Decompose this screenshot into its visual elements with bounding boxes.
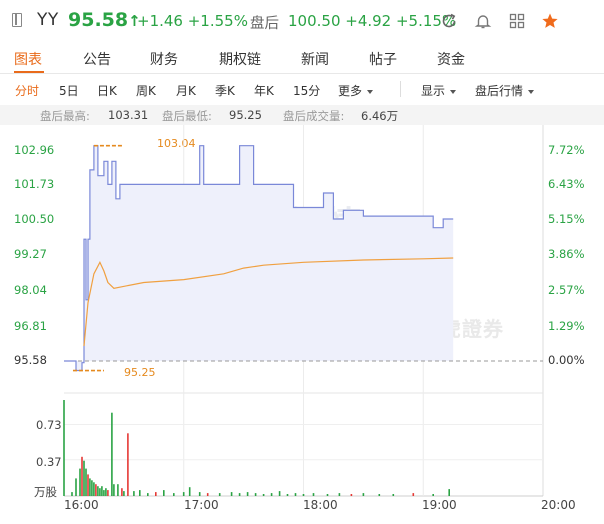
volume-bar[interactable]	[93, 482, 95, 496]
volume-bar[interactable]	[350, 494, 353, 496]
volume-bar[interactable]	[133, 491, 135, 496]
volume-bar[interactable]	[362, 493, 365, 496]
volume-bar[interactable]	[432, 494, 434, 496]
volume-bar[interactable]	[63, 400, 65, 496]
volume-bar[interactable]	[326, 494, 329, 496]
volume-bar[interactable]	[218, 493, 221, 496]
volume-bar[interactable]	[107, 490, 109, 496]
volume-bar[interactable]	[294, 493, 297, 496]
volume-bar[interactable]	[75, 478, 77, 496]
volume-bar[interactable]	[206, 493, 209, 496]
volume-bar[interactable]	[378, 494, 381, 496]
volume-bar[interactable]	[147, 493, 149, 496]
volume-bar[interactable]	[286, 494, 289, 496]
volume-bar[interactable]	[173, 493, 175, 496]
volume-bar[interactable]	[71, 492, 73, 496]
volume-bar[interactable]	[81, 456, 83, 496]
volume-bar[interactable]	[79, 468, 81, 496]
volume-bar[interactable]	[95, 484, 97, 496]
volume-bar[interactable]	[188, 487, 191, 496]
volume-bar[interactable]	[121, 488, 123, 496]
volume-bar[interactable]	[392, 494, 395, 496]
volume-bar[interactable]	[101, 486, 103, 496]
volume-bar[interactable]	[262, 494, 265, 496]
volume-bar[interactable]	[105, 488, 107, 496]
volume-bar[interactable]	[97, 486, 99, 496]
volume-bar[interactable]	[448, 489, 450, 496]
volume-bar[interactable]	[123, 491, 125, 496]
volume-bar[interactable]	[230, 492, 233, 496]
volume-bar[interactable]	[198, 492, 201, 496]
volume-bar[interactable]	[103, 490, 105, 496]
volume-bar[interactable]	[254, 493, 257, 496]
volume-bar[interactable]	[302, 494, 305, 496]
volume-bar[interactable]	[117, 484, 119, 496]
volume-bar[interactable]	[127, 433, 129, 496]
volume-bar[interactable]	[163, 490, 165, 496]
volume-bar[interactable]	[338, 493, 341, 496]
volume-bar[interactable]	[91, 480, 93, 496]
volume-bar[interactable]	[111, 412, 113, 496]
volume-bar[interactable]	[238, 493, 241, 496]
intraday-chart[interactable]	[0, 0, 604, 524]
volume-bar[interactable]	[155, 492, 157, 496]
volume-bar[interactable]	[412, 493, 415, 496]
volume-bar[interactable]	[113, 484, 115, 496]
volume-bar[interactable]	[278, 491, 281, 496]
price-area-fill	[64, 145, 454, 371]
volume-bar[interactable]	[87, 474, 89, 496]
volume-bar[interactable]	[83, 460, 85, 496]
volume-bar[interactable]	[246, 492, 249, 496]
volume-bar[interactable]	[89, 478, 91, 496]
volume-bar[interactable]	[85, 468, 87, 496]
volume-bar[interactable]	[139, 490, 141, 496]
volume-bar[interactable]	[270, 493, 273, 496]
volume-bar[interactable]	[99, 488, 101, 496]
volume-bar[interactable]	[312, 493, 315, 496]
volume-bar[interactable]	[182, 492, 185, 496]
